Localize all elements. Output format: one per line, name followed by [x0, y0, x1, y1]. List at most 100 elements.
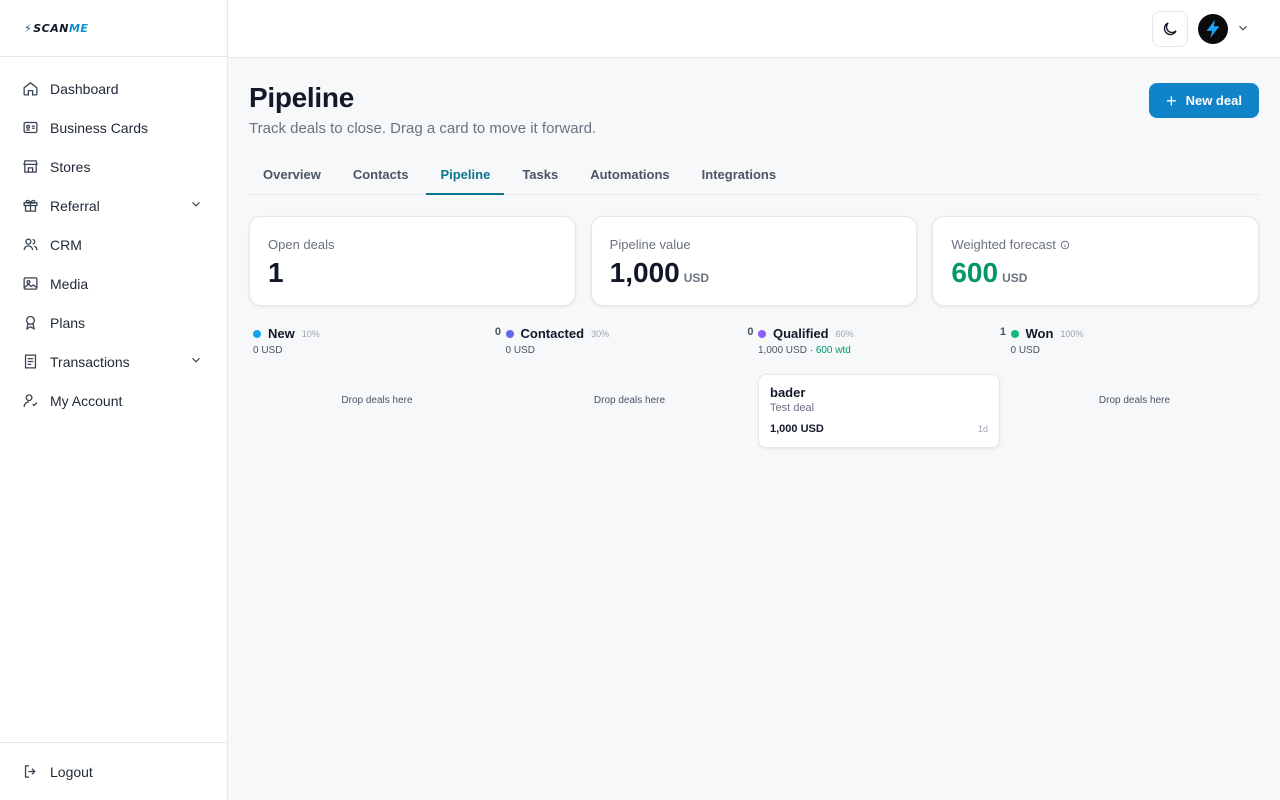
stage-column-won[interactable]: Won 100% 0 USD Drop deals here [1007, 326, 1260, 466]
tab-automations[interactable]: Automations [576, 161, 683, 195]
stage-color-dot [1010, 329, 1019, 338]
stat-label: Pipeline value [609, 237, 691, 252]
stage-column-qualified[interactable]: Qualified 60% 1 1,000 USD · 600 wtd bade… [754, 326, 1007, 466]
logout-icon [21, 763, 39, 781]
info-icon[interactable] [1060, 240, 1070, 250]
drop-zone[interactable]: Drop deals here [1007, 395, 1263, 406]
bolt-icon: ⚡ [24, 21, 33, 35]
deal-value: 1,000 USD [770, 423, 824, 435]
sidebar-item-label: Media [50, 275, 89, 292]
stage-probability: 30% [591, 328, 610, 339]
stage-column-contacted[interactable]: Contacted 30% 0 0 USD Drop deals here [502, 326, 755, 466]
sidebar-item-label: Referral [50, 197, 100, 214]
stage-color-dot [253, 329, 261, 338]
deal-card[interactable]: bader Test deal 1,000 USD 1d [758, 374, 1000, 448]
sidebar-item-label: Plans [50, 314, 86, 331]
stat-number: 1,000 [609, 257, 680, 288]
sidebar-item-business-cards[interactable]: Business Cards [0, 108, 227, 147]
stat-label: Weighted forecast [951, 237, 1240, 252]
stat-value: 1,000 USD [610, 257, 709, 289]
sidebar-item-plans[interactable]: Plans [0, 303, 227, 342]
sidebar-item-media[interactable]: Media [0, 264, 227, 303]
avatar[interactable] [1198, 14, 1228, 44]
stage-name: New [268, 326, 295, 341]
award-icon [21, 314, 39, 332]
chevron-down-icon[interactable] [1236, 21, 1250, 35]
logo-text-scan: SCAN [33, 21, 69, 35]
theme-toggle-button[interactable] [1152, 11, 1188, 47]
home-icon [21, 80, 39, 98]
stage-name: Qualified [773, 326, 829, 341]
logo-text-me: ME [68, 21, 89, 35]
chevron-down-icon[interactable] [189, 197, 203, 214]
store-icon [21, 158, 39, 176]
sidebar-item-label: Business Cards [50, 119, 149, 136]
page-subtitle: Track deals to close. Drag a card to mov… [249, 120, 597, 137]
stage-probability: 60% [835, 328, 854, 339]
stat-number: 1 [268, 257, 284, 288]
logout-area: Logout [0, 742, 227, 800]
stat-value: 600 USD [951, 257, 1027, 289]
stage-total: 1,000 USD · 600 wtd [758, 345, 851, 356]
stage-count: 0 [747, 326, 754, 338]
stage-probability: 10% [301, 328, 320, 339]
users-icon [21, 236, 39, 254]
stat-label-text: Weighted forecast [951, 237, 1056, 252]
brand-logo[interactable]: ⚡ SCAN ME [24, 22, 88, 35]
page-title: Pipeline [249, 82, 354, 113]
stage-color-dot [758, 329, 766, 338]
drop-zone[interactable]: Drop deals here [249, 395, 505, 406]
new-deal-button[interactable]: + New deal [1149, 83, 1259, 118]
user-icon [21, 392, 39, 410]
stage-total: 0 USD [253, 345, 283, 356]
stage-total: 0 USD [505, 345, 535, 356]
tab-tasks[interactable]: Tasks [508, 161, 572, 195]
sidebar-item-referral[interactable]: Referral [0, 186, 227, 225]
sidebar-item-transactions[interactable]: Transactions [0, 342, 227, 381]
stage-color-dot [505, 329, 514, 338]
logo-area: ⚡ SCAN ME [0, 0, 227, 57]
top-bar [228, 0, 1280, 58]
stat-card-open-deals: Open deals 1 [249, 216, 576, 306]
sidebar-item-crm[interactable]: CRM [0, 225, 227, 264]
deal-age: 1d [977, 424, 988, 434]
stat-unit: USD [683, 271, 710, 285]
sidebar-nav: Dashboard Business Cards Stores Referral… [0, 57, 227, 420]
sidebar-item-label: CRM [50, 236, 82, 253]
deal-description: Test deal [770, 402, 815, 414]
sidebar-item-my-account[interactable]: My Account [0, 381, 227, 420]
bolt-logo-icon [1206, 19, 1220, 39]
drop-zone[interactable]: Drop deals here [502, 395, 758, 406]
sidebar-item-label: Dashboard [50, 80, 119, 97]
tab-pipeline[interactable]: Pipeline [426, 161, 505, 195]
stage-count: 0 [494, 326, 501, 338]
sidebar-item-label: My Account [50, 392, 123, 409]
deal-name: bader [770, 385, 806, 400]
stage-header: New 10% 0 [253, 326, 501, 341]
sidebar-item-label: Stores [50, 158, 91, 175]
chevron-down-icon[interactable] [189, 353, 203, 370]
tab-overview[interactable]: Overview [249, 161, 335, 195]
stats-row: Open deals 1 Pipeline value 1,000 USD Wei… [249, 216, 1260, 306]
stage-total: 0 USD [1010, 345, 1040, 356]
logout-button[interactable]: Logout [0, 752, 227, 791]
stat-card-pipeline-value: Pipeline value 1,000 USD [590, 216, 918, 306]
stage-name: Contacted [520, 326, 585, 341]
sidebar-item-dashboard[interactable]: Dashboard [0, 69, 227, 108]
stage-header: Qualified 60% 1 [758, 326, 1006, 341]
stage-probability: 100% [1060, 328, 1084, 339]
tab-integrations[interactable]: Integrations [688, 161, 790, 195]
stage-count: 1 [999, 326, 1006, 338]
stage-column-new[interactable]: New 10% 0 0 USD Drop deals here [249, 326, 502, 466]
stat-card-weighted-forecast: Weighted forecast 600 USD [932, 216, 1260, 306]
stat-number: 600 [951, 257, 999, 288]
moon-icon [1163, 22, 1177, 36]
sidebar-item-stores[interactable]: Stores [0, 147, 227, 186]
receipt-icon [21, 353, 39, 371]
stage-weighted: 600 wtd [815, 345, 851, 356]
tab-contacts[interactable]: Contacts [339, 161, 423, 195]
id-card-icon [21, 119, 39, 137]
sidebar-item-label: Transactions [50, 353, 130, 370]
gift-icon [21, 197, 39, 215]
stat-label: Open deals [268, 237, 335, 252]
